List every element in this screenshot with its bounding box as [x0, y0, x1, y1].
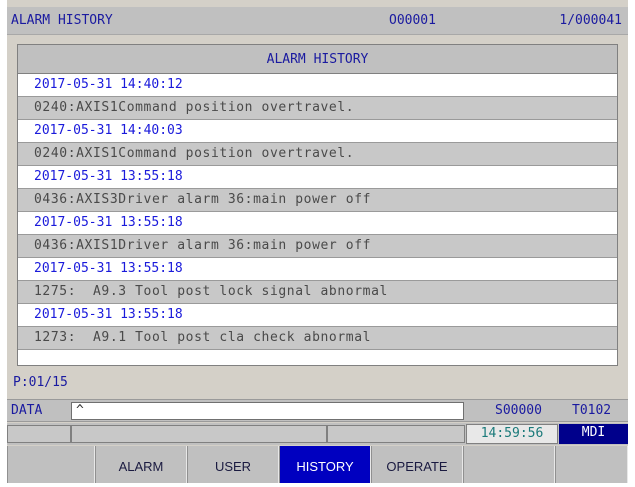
alarm-message[interactable]: 0240:AXIS1Command position overtravel. [18, 143, 617, 166]
softkey-blank[interactable] [463, 446, 555, 483]
alarm-timestamp[interactable]: 2017-05-31 13:55:18 [18, 212, 617, 235]
panel-header: ALARM HISTORY [18, 45, 617, 74]
title-bar: ALARM HISTORY O00001 1/000041 [7, 7, 628, 35]
softkey-blank[interactable] [7, 446, 95, 483]
alarm-timestamp[interactable]: 2017-05-31 14:40:03 [18, 120, 617, 143]
record-counter: 1/000041 [559, 13, 622, 28]
status-cell [327, 425, 465, 443]
alarm-timestamp[interactable]: 2017-05-31 13:55:18 [18, 258, 617, 281]
softkey-blank[interactable] [555, 446, 628, 483]
alarm-timestamp[interactable]: 2017-05-31 13:55:18 [18, 304, 617, 327]
cnc-screen: ALARM HISTORY O00001 1/000041 ALARM HIST… [7, 0, 628, 483]
alarm-message[interactable]: 0240:AXIS1Command position overtravel. [18, 97, 617, 120]
status-cell [71, 425, 327, 443]
softkey-operate[interactable]: OPERATE [371, 446, 463, 483]
status-cell [7, 425, 71, 443]
data-row: DATA ^ S00000 T0102 [7, 399, 628, 422]
status-row: 14:59:56 MDI [7, 423, 628, 445]
mode-indicator: MDI [559, 424, 628, 444]
spindle-code: S00000 [495, 403, 542, 418]
screen-title: ALARM HISTORY [11, 13, 113, 28]
alarm-message[interactable]: 1275: A9.3 Tool post lock signal abnorma… [18, 281, 617, 304]
softkey-bar: ALARM USER HISTORY OPERATE [7, 446, 628, 483]
alarm-message[interactable]: 0436:AXIS3Driver alarm 36:main power off [18, 189, 617, 212]
alarm-message[interactable]: 1273: A9.1 Tool post cla check abnormal [18, 327, 617, 350]
alarm-list: 2017-05-31 14:40:12 0240:AXIS1Command pos… [18, 74, 617, 350]
tool-code: T0102 [572, 403, 612, 418]
alarm-message[interactable]: 0436:AXIS1Driver alarm 36:main power off [18, 235, 617, 258]
softkey-history[interactable]: HISTORY [279, 446, 371, 483]
clock-display: 14:59:56 [466, 424, 558, 444]
data-input-field[interactable]: ^ [71, 402, 464, 420]
alarm-timestamp[interactable]: 2017-05-31 14:40:12 [18, 74, 617, 97]
alarm-timestamp[interactable]: 2017-05-31 13:55:18 [18, 166, 617, 189]
alarm-history-panel: ALARM HISTORY 2017-05-31 14:40:12 0240:AX… [17, 44, 618, 366]
page-indicator: P:01/15 [13, 375, 68, 390]
data-label: DATA [11, 403, 43, 418]
softkey-alarm[interactable]: ALARM [95, 446, 187, 483]
softkey-user[interactable]: USER [187, 446, 279, 483]
program-number: O00001 [389, 13, 436, 28]
